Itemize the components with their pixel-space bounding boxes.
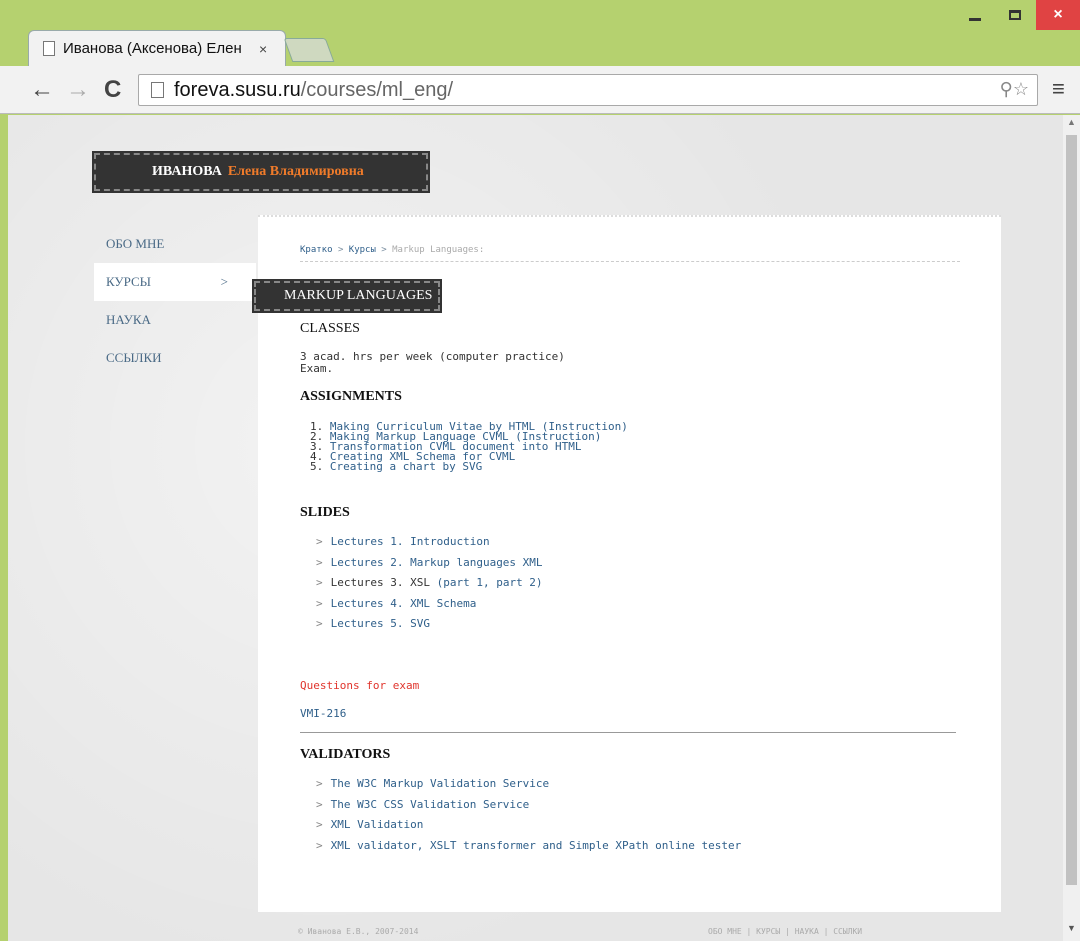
- questions-link[interactable]: Questions for exam: [300, 680, 419, 692]
- name-banner: ИВАНОВА Елена Владимировна: [92, 151, 430, 193]
- list-num: 5.: [310, 460, 324, 473]
- classes-heading: CLASSES: [300, 321, 360, 336]
- slide-link[interactable]: Lectures 4. XML Schema: [331, 597, 477, 610]
- validator-link[interactable]: The W3C CSS Validation Service: [331, 798, 530, 811]
- validators-heading: VALIDATORS: [300, 747, 391, 762]
- list-item: > XML Validation: [316, 818, 741, 839]
- last-name: ИВАНОВА: [152, 164, 222, 179]
- chevron-right-icon: >: [316, 596, 323, 610]
- validator-link[interactable]: The W3C Markup Validation Service: [331, 777, 550, 790]
- maximize-icon: [1009, 10, 1021, 20]
- browser-toolbar: ← → C foreva.susu.ru/courses/ml_eng/ ⚲☆ …: [0, 66, 1080, 114]
- footer-links[interactable]: ОБО МНЕ | КУРСЫ | НАУКА | ССЫЛКИ: [708, 927, 862, 936]
- assignments-heading: ASSIGNMENTS: [300, 389, 402, 404]
- sidenav-item-courses[interactable]: КУРСЫ >: [94, 263, 256, 301]
- list-item: > Lectures 5. SVG: [316, 617, 543, 638]
- close-window-button[interactable]: ×: [1036, 0, 1080, 30]
- minimize-icon: [969, 17, 981, 21]
- page-icon: [43, 41, 55, 56]
- title-bar: × Иванова (Аксенова) Елен ×: [0, 0, 1080, 66]
- tab-close-icon[interactable]: ×: [259, 41, 267, 57]
- sidenav-label: КУРСЫ: [106, 274, 152, 289]
- scroll-thumb[interactable]: [1066, 135, 1077, 885]
- list-item: > Lectures 2. Markup languages XML: [316, 556, 543, 577]
- slide-link[interactable]: Lectures 5. SVG: [331, 617, 430, 630]
- page-icon: [151, 82, 164, 98]
- breadcrumb-current: Markup Languages:: [392, 245, 485, 255]
- slide-text: Lectures 3. XSL: [330, 576, 430, 589]
- sidenav-label: ОБО МНЕ: [106, 236, 165, 251]
- breadcrumb-link[interactable]: Кратко: [300, 245, 333, 255]
- sidenav-item-science[interactable]: НАУКА: [94, 301, 256, 339]
- sidenav-label: НАУКА: [106, 312, 151, 327]
- close-icon: ×: [1053, 6, 1063, 23]
- breadcrumb-sep: >: [381, 245, 387, 255]
- content-panel: Кратко > Курсы > Markup Languages: MARKU…: [252, 215, 1001, 912]
- chevron-right-icon: >: [316, 535, 323, 548]
- chevron-right-icon: >: [316, 555, 323, 569]
- assignment-link[interactable]: Creating a chart by SVG: [330, 460, 482, 473]
- validator-link[interactable]: XML validator, XSLT transformer and Simp…: [331, 839, 742, 852]
- sidenav-item-about[interactable]: ОБО МНЕ: [94, 225, 256, 263]
- scrollbar[interactable]: ▲ ▼: [1063, 115, 1080, 941]
- breadcrumb-sep: >: [337, 245, 344, 255]
- section-title: MARKUP LANGUAGES: [252, 279, 442, 313]
- list-item: > The W3C CSS Validation Service: [316, 798, 741, 819]
- footer: © Иванова Е.В., 2007-2014 ОБО МНЕ | КУРС…: [298, 927, 918, 936]
- slides-list: > Lectures 1. Introduction > Lectures 2. M…: [316, 535, 543, 638]
- sidenav-item-links[interactable]: ССЫЛКИ: [94, 339, 256, 377]
- classes-line: 3 acad. hrs per week (computer practice): [300, 350, 565, 363]
- validators-list: > The W3C Markup Validation Service > The …: [316, 777, 741, 859]
- menu-icon[interactable]: ≡: [1052, 76, 1065, 102]
- list-item: > Lectures 1. Introduction: [316, 535, 543, 556]
- list-item: 5. Creating a chart by SVG: [310, 460, 628, 473]
- first-names: Елена Владимировна: [227, 164, 364, 179]
- chevron-right-icon: >: [316, 777, 323, 790]
- chevron-right-icon: >: [220, 274, 228, 289]
- new-tab-button[interactable]: [283, 38, 335, 62]
- sidenav-label: ССЫЛКИ: [106, 350, 162, 365]
- chevron-right-icon: >: [316, 818, 323, 831]
- browser-tab[interactable]: Иванова (Аксенова) Елен ×: [28, 30, 286, 66]
- list-item: > Lectures 4. XML Schema: [316, 597, 543, 618]
- forward-icon[interactable]: →: [66, 76, 90, 104]
- url-path: /courses/ml_eng/: [300, 78, 454, 101]
- slides-heading: SLIDES: [300, 505, 350, 520]
- slide-link[interactable]: Lectures 1. Introduction: [331, 535, 490, 548]
- list-item: > XML validator, XSLT transformer and Sim…: [316, 839, 741, 860]
- url-host: foreva.susu.ru: [174, 78, 301, 101]
- breadcrumb: Кратко > Курсы > Markup Languages:: [300, 245, 960, 262]
- chevron-right-icon: >: [316, 797, 323, 811]
- slide-link[interactable]: (part 1, part 2): [437, 576, 543, 589]
- scroll-down-icon[interactable]: ▼: [1067, 923, 1076, 933]
- maximize-button[interactable]: [1000, 0, 1030, 30]
- assignments-list: 1. Making Curriculum Vitae by HTML (Inst…: [310, 421, 628, 473]
- reload-icon[interactable]: C: [104, 76, 121, 104]
- slide-link[interactable]: Lectures 2. Markup languages XML: [331, 556, 543, 569]
- validator-link[interactable]: XML Validation: [331, 818, 424, 831]
- list-item: > Lectures 3. XSL (part 1, part 2): [316, 576, 543, 597]
- breadcrumb-link[interactable]: Курсы: [349, 245, 376, 255]
- scroll-up-icon[interactable]: ▲: [1067, 117, 1076, 127]
- list-item: > The W3C Markup Validation Service: [316, 777, 741, 798]
- copyright: © Иванова Е.В., 2007-2014: [298, 927, 419, 936]
- chevron-right-icon: >: [316, 617, 323, 630]
- address-bar[interactable]: foreva.susu.ru/courses/ml_eng/ ⚲☆: [138, 74, 1038, 106]
- chevron-right-icon: >: [316, 838, 323, 852]
- tab-title: Иванова (Аксенова) Елен: [63, 40, 242, 57]
- zoom-star-icon[interactable]: ⚲☆: [1000, 79, 1029, 100]
- side-nav: ОБО МНЕ КУРСЫ > НАУКА ССЫЛКИ: [94, 225, 256, 377]
- classes-line: Exam.: [300, 362, 334, 375]
- divider: [300, 732, 956, 733]
- classes-text: 3 acad. hrs per week (computer practice)…: [300, 351, 565, 375]
- page-viewport: ИВАНОВА Елена Владимировна ОБО МНЕ КУРСЫ…: [8, 115, 1063, 941]
- browser-window: × Иванова (Аксенова) Елен × ← → C foreva…: [0, 0, 1080, 941]
- back-icon[interactable]: ←: [30, 76, 54, 104]
- group-link[interactable]: VMI-216: [300, 708, 346, 720]
- minimize-button[interactable]: [960, 0, 990, 30]
- chevron-right-icon: >: [316, 576, 323, 589]
